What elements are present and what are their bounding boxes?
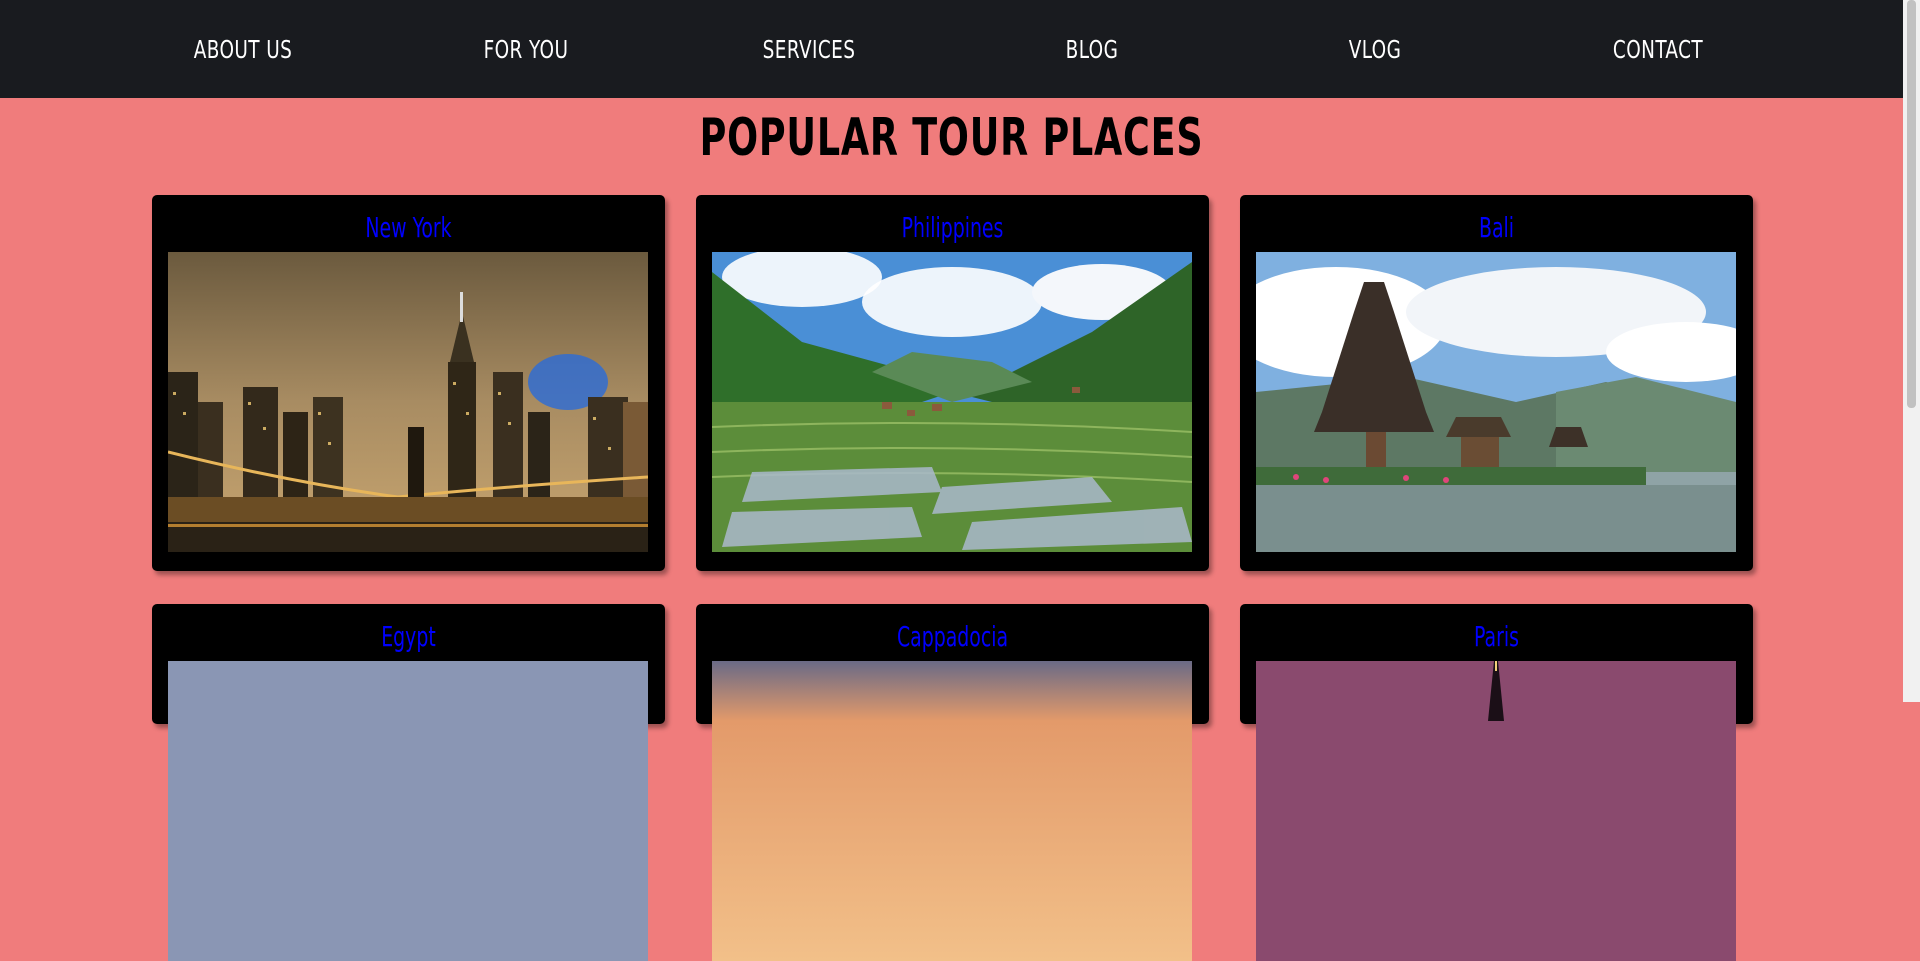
place-link-philippines[interactable]: Philippines bbox=[760, 211, 1145, 244]
nav-about-us[interactable]: ABOUT US bbox=[161, 0, 325, 98]
nav-services[interactable]: SERVICES bbox=[727, 0, 891, 98]
place-image-egypt[interactable] bbox=[168, 661, 648, 961]
place-card-philippines: Philippines bbox=[696, 195, 1209, 571]
place-card-cappadocia: Cappadocia bbox=[696, 604, 1209, 961]
page-title: POPULAR TOUR PLACES bbox=[699, 108, 1204, 168]
place-image-bali[interactable] bbox=[1256, 252, 1736, 552]
place-link-egypt[interactable]: Egypt bbox=[216, 620, 601, 653]
top-nav: ABOUT US FOR YOU SERVICES BLOG VLOG CONT… bbox=[0, 0, 1903, 98]
place-card-bali: Bali bbox=[1240, 195, 1753, 571]
place-link-paris[interactable]: Paris bbox=[1304, 620, 1689, 653]
place-card-new-york: New York bbox=[152, 195, 665, 571]
place-link-bali[interactable]: Bali bbox=[1304, 211, 1689, 244]
place-image-new-york[interactable] bbox=[168, 252, 648, 552]
place-image-philippines[interactable] bbox=[712, 252, 1192, 552]
nav-blog[interactable]: BLOG bbox=[1010, 0, 1174, 98]
place-image-cappadocia[interactable] bbox=[712, 661, 1192, 961]
vertical-scrollbar[interactable] bbox=[1903, 0, 1920, 702]
nav-vlog[interactable]: VLOG bbox=[1293, 0, 1457, 98]
place-link-new-york[interactable]: New York bbox=[216, 211, 601, 244]
scrollbar-thumb[interactable] bbox=[1907, 0, 1916, 408]
place-link-cappadocia[interactable]: Cappadocia bbox=[760, 620, 1145, 653]
nav-for-you[interactable]: FOR YOU bbox=[444, 0, 608, 98]
nav-contact[interactable]: CONTACT bbox=[1576, 0, 1740, 98]
place-image-paris[interactable] bbox=[1256, 661, 1736, 961]
place-card-egypt: Egypt bbox=[152, 604, 665, 961]
place-card-paris: Paris bbox=[1240, 604, 1753, 961]
